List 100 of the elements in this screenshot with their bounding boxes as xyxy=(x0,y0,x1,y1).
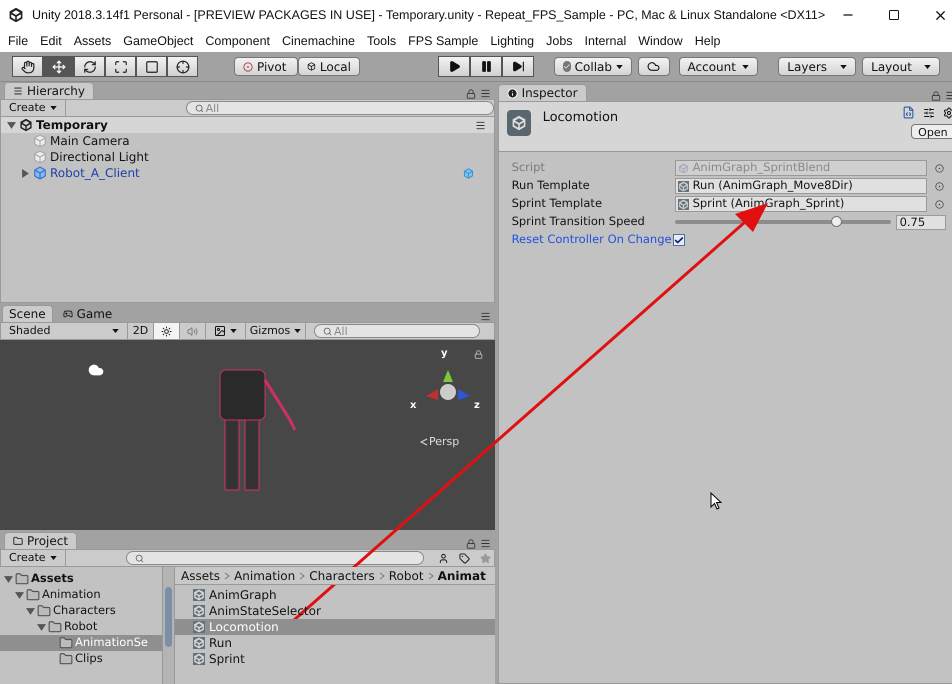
hierarchy-item[interactable]: Temporary xyxy=(36,116,108,134)
playback-button[interactable] xyxy=(470,56,502,77)
pivot-mode-button[interactable]: Local xyxy=(298,57,360,76)
hierarchy-item[interactable]: Main Camera xyxy=(50,132,130,150)
inspector-tab[interactable]: Inspector xyxy=(498,84,587,101)
tool-button[interactable] xyxy=(74,56,105,77)
tool-button[interactable] xyxy=(105,56,136,77)
lock-icon[interactable] xyxy=(466,538,476,548)
folder-item[interactable]: Robot xyxy=(0,619,162,635)
project-search-field[interactable] xyxy=(126,551,424,565)
hierarchy-item[interactable]: Robot_A_Client xyxy=(50,164,140,182)
number-field[interactable]: 0.75 xyxy=(896,214,946,230)
projection-label[interactable]: Persp xyxy=(429,434,460,450)
hierarchy-item[interactable]: Directional Light xyxy=(50,148,149,166)
menu-icon[interactable] xyxy=(480,88,491,99)
menu-item[interactable]: Lighting xyxy=(490,32,534,50)
hierarchy-tab[interactable]: Hierarchy xyxy=(4,82,94,99)
menu-item[interactable]: Window xyxy=(638,32,683,50)
lock-icon[interactable] xyxy=(474,350,483,359)
asset-item[interactable]: AnimGraph xyxy=(175,587,495,603)
menu-item[interactable]: Help xyxy=(694,32,720,50)
breadcrumb-item[interactable]: Characters xyxy=(309,567,375,584)
layout-dropdown[interactable]: Layout xyxy=(862,57,940,76)
hand-icon xyxy=(20,60,34,74)
field-label: Sprint Transition Speed xyxy=(512,213,646,230)
menu-icon[interactable] xyxy=(474,120,486,130)
checkbox[interactable] xyxy=(672,234,685,246)
tool-button[interactable] xyxy=(136,56,167,77)
object-picker-icon[interactable] xyxy=(934,182,944,190)
expanded-caret-icon[interactable] xyxy=(15,590,24,600)
field-label: Reset Controller On Change xyxy=(512,231,672,248)
settings-icon[interactable] xyxy=(942,106,952,118)
shading-dropdown[interactable]: Shaded xyxy=(1,323,128,339)
breadcrumb-item[interactable]: Robot xyxy=(388,567,424,584)
menu-item[interactable]: Jobs xyxy=(546,32,573,50)
lock-icon[interactable] xyxy=(466,88,476,98)
prefab-cube-icon xyxy=(462,168,474,178)
folder-icon xyxy=(59,636,73,650)
cloud-button[interactable] xyxy=(638,57,670,76)
lock-icon[interactable] xyxy=(930,90,941,100)
menu-item[interactable]: Cinemachine xyxy=(282,32,355,50)
scrollbar[interactable] xyxy=(162,567,175,684)
create-dropdown[interactable]: Create xyxy=(1,550,66,566)
tool-button[interactable] xyxy=(12,56,43,77)
menu-item[interactable]: Edit xyxy=(40,32,62,50)
gizmos-dropdown[interactable]: Gizmos xyxy=(246,323,306,339)
object-picker-icon[interactable] xyxy=(934,164,944,172)
menu-item[interactable]: Tools xyxy=(366,32,396,50)
collab-dropdown[interactable]: Collab xyxy=(554,57,632,76)
expanded-caret-icon[interactable] xyxy=(4,574,13,584)
folder-item[interactable]: Characters xyxy=(0,603,162,619)
expanded-caret-icon[interactable] xyxy=(26,606,35,616)
tool-button[interactable] xyxy=(43,56,74,77)
menu-item[interactable]: FPS Sample xyxy=(408,32,478,50)
menu-item[interactable]: Internal xyxy=(584,32,626,50)
expanded-caret-icon[interactable] xyxy=(37,622,46,632)
breadcrumb-item[interactable]: Animat xyxy=(438,567,486,584)
project-tab[interactable]: Project xyxy=(4,532,78,549)
asset-item[interactable]: Sprint xyxy=(175,651,495,667)
expanded-caret-icon[interactable] xyxy=(7,120,16,130)
menu-item[interactable]: Component xyxy=(205,32,270,50)
folder-icon xyxy=(59,652,73,666)
asset-item[interactable]: Run xyxy=(175,635,495,651)
sliders-icon[interactable] xyxy=(922,106,935,118)
slider-thumb[interactable] xyxy=(830,216,842,227)
breadcrumb-item[interactable]: Animation xyxy=(234,567,296,584)
pivot-mode-button[interactable]: Pivot xyxy=(234,57,298,76)
menu-item[interactable]: GameObject xyxy=(123,32,194,50)
collapsed-caret-icon[interactable] xyxy=(21,168,30,178)
dropdown-caret-icon xyxy=(294,329,302,333)
create-dropdown[interactable]: Create xyxy=(1,100,66,116)
folder-item[interactable]: Assets xyxy=(0,571,162,587)
object-picker-icon[interactable] xyxy=(934,200,944,208)
scene-view-tab[interactable]: Scene xyxy=(2,305,53,322)
object-field[interactable]: Sprint (AnimGraph_Sprint) xyxy=(674,196,927,212)
folder-icon xyxy=(13,536,23,546)
lighting-toggle[interactable] xyxy=(154,323,180,339)
tool-button[interactable] xyxy=(167,56,198,77)
unity-logo-icon xyxy=(8,7,24,23)
breadcrumb-item[interactable]: Assets xyxy=(181,567,220,584)
folder-item[interactable]: Clips xyxy=(0,651,162,667)
scene-view-tab[interactable]: Game xyxy=(56,305,118,322)
layers-dropdown[interactable]: Layers xyxy=(778,57,856,76)
chevron-left-icon xyxy=(420,438,428,446)
list-icon xyxy=(13,86,23,96)
folder-item[interactable]: Animation xyxy=(0,587,162,603)
menu-icon[interactable] xyxy=(480,538,491,549)
menu-item[interactable]: Assets xyxy=(74,32,112,50)
playback-button[interactable] xyxy=(438,56,470,77)
menu-icon[interactable] xyxy=(480,311,491,322)
pause-icon xyxy=(480,60,492,73)
playback-button[interactable] xyxy=(502,56,534,77)
object-field[interactable]: Run (AnimGraph_Move8Dir) xyxy=(674,178,927,194)
open-button[interactable]: Open xyxy=(911,124,952,139)
star-icon[interactable] xyxy=(480,552,491,564)
chevron-right-icon xyxy=(299,572,306,580)
scene-viewport[interactable]: y x z Persp xyxy=(0,340,495,530)
tag-icon[interactable] xyxy=(458,552,470,564)
menu-item[interactable]: File xyxy=(8,32,28,50)
account-dropdown[interactable]: Account xyxy=(678,57,758,76)
